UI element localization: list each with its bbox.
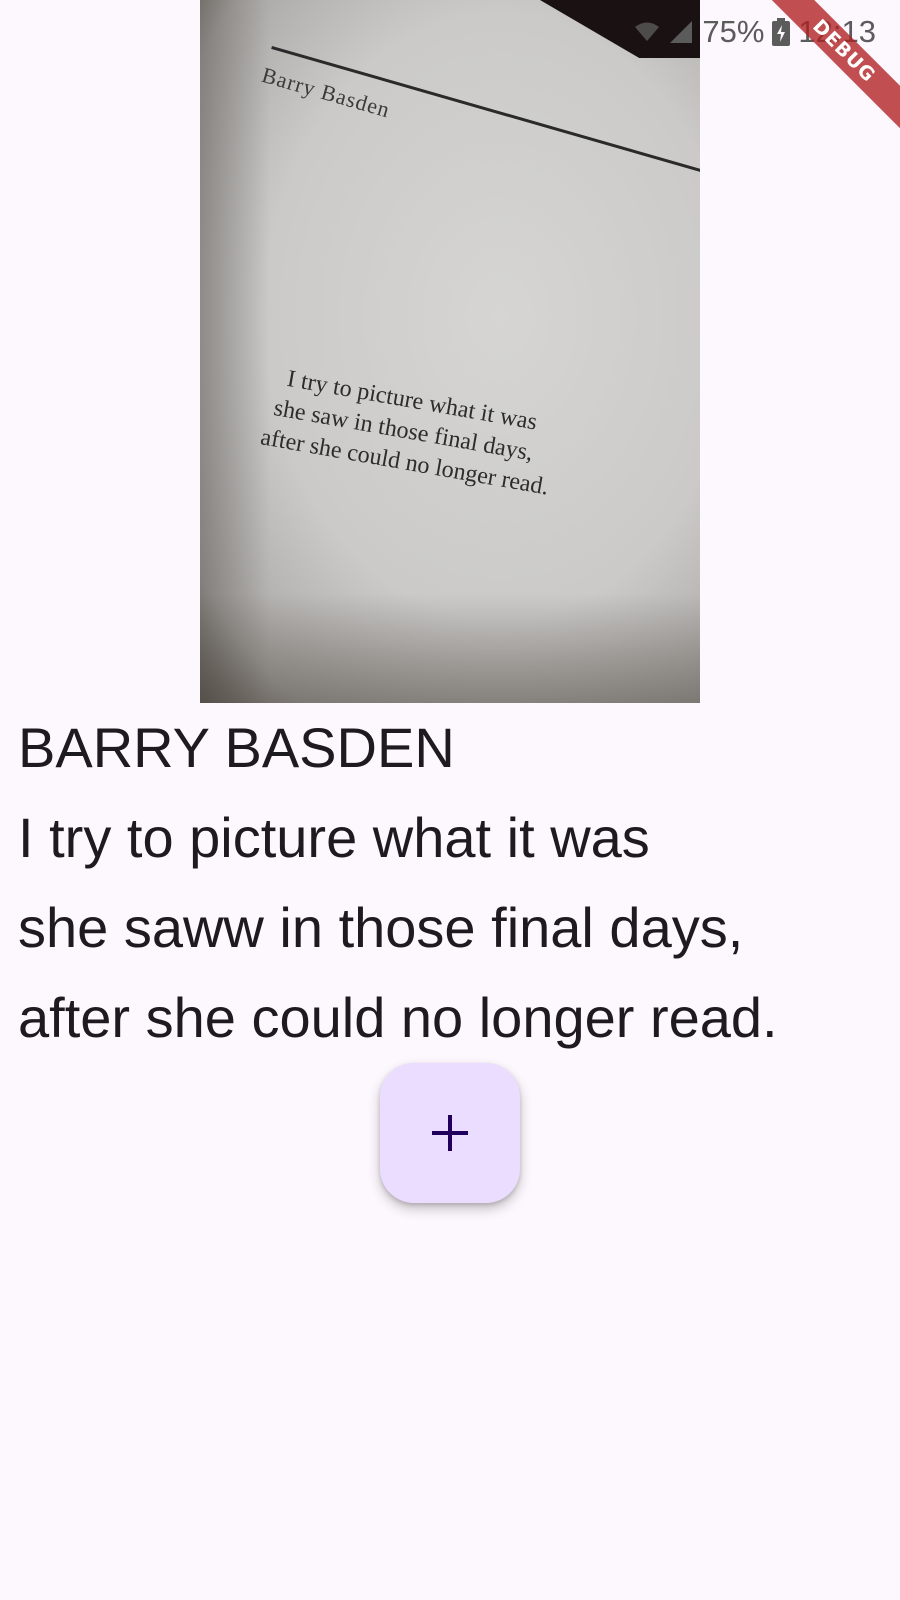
photo-page-header: Barry Basden xyxy=(259,62,394,123)
signal-icon xyxy=(668,19,694,45)
app-screen: Barry Basden I try to picture what it wa… xyxy=(0,0,900,1600)
status-time: 12:13 xyxy=(798,14,876,49)
recognized-text: BARRY BASDEN I try to picture what it wa… xyxy=(18,703,888,1063)
recognized-text-line: I try to picture what it was xyxy=(18,806,650,869)
photo-shadow-bottom xyxy=(200,593,700,703)
recognized-text-line: after she could no longer read. xyxy=(18,986,778,1049)
photo-page-text: I try to picture what it was she saw in … xyxy=(259,364,562,503)
recognized-text-line: she saww in those final days, xyxy=(18,896,744,959)
status-bar: 75% 12:13 xyxy=(634,10,876,54)
page-rule xyxy=(271,46,700,179)
wifi-icon xyxy=(634,21,660,43)
add-button[interactable] xyxy=(380,1063,520,1203)
battery-charging-icon xyxy=(772,18,791,46)
recognized-text-line: BARRY BASDEN xyxy=(18,716,455,779)
captured-photo: Barry Basden I try to picture what it wa… xyxy=(200,0,700,703)
battery-percent: 75% xyxy=(702,14,765,49)
plus-icon xyxy=(430,1113,470,1153)
